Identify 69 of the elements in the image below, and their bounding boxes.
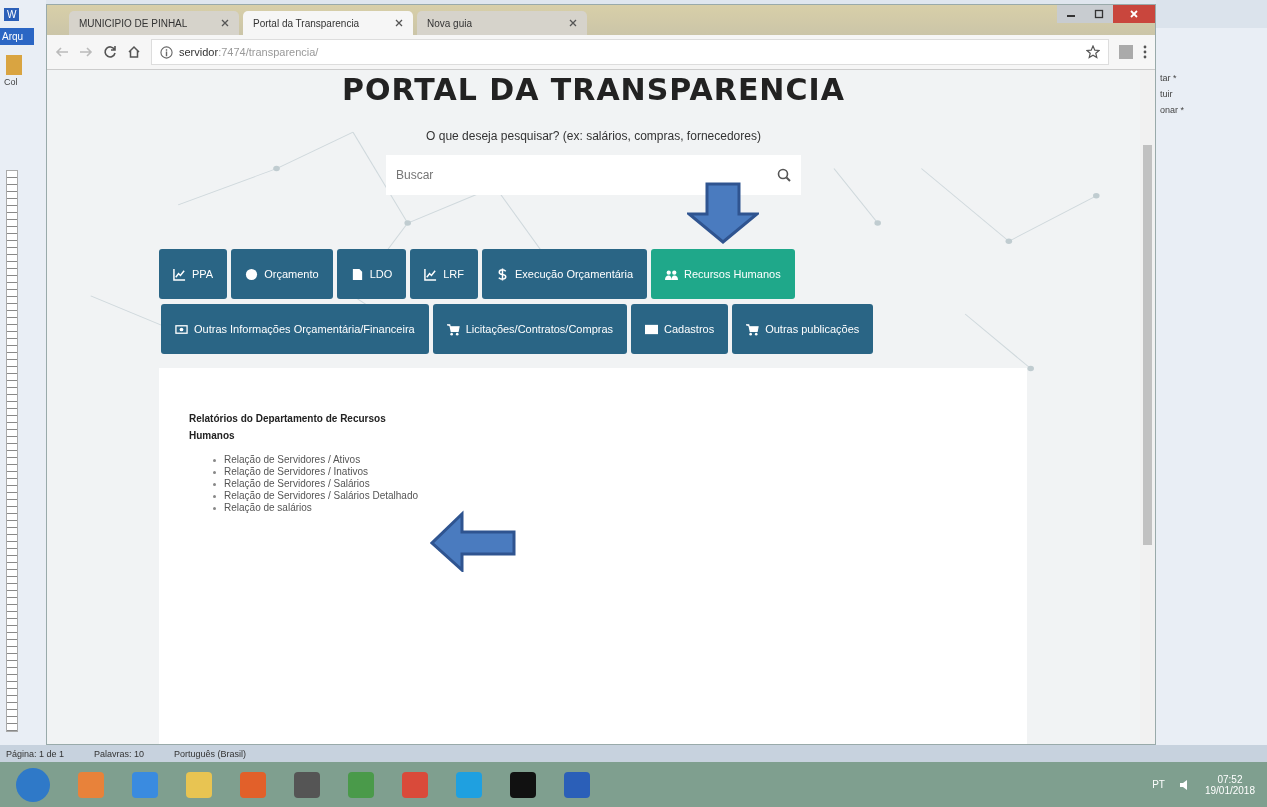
category-button[interactable]: PPA xyxy=(159,249,228,299)
report-link[interactable]: Relação de Servidores / Inativos xyxy=(224,466,368,478)
ribbon-label[interactable]: tuir xyxy=(1156,86,1267,102)
file-tab[interactable]: Arqu xyxy=(0,28,34,45)
network-node xyxy=(874,220,881,226)
report-link[interactable]: Relação de Servidores / Ativos xyxy=(224,454,361,466)
status-text: Página: 1 de 1 xyxy=(6,748,65,759)
network-node xyxy=(404,220,411,226)
ribbon-label[interactable]: tar * xyxy=(1156,70,1267,86)
status-text: Português (Brasil) xyxy=(174,748,247,759)
line-chart-icon xyxy=(173,267,186,281)
close-icon[interactable] xyxy=(395,19,403,27)
reload-icon[interactable] xyxy=(103,45,117,59)
scrollbar[interactable] xyxy=(1140,70,1155,744)
report-link[interactable]: Relação de Servidores / Salários Detalhado xyxy=(224,490,418,502)
search-icon[interactable] xyxy=(777,168,791,182)
browser-tab[interactable]: Nova guia xyxy=(417,11,587,35)
back-icon[interactable] xyxy=(55,45,69,59)
line-chart-icon xyxy=(424,267,438,281)
category-button[interactable]: Cadastros xyxy=(631,304,729,354)
id-card-icon xyxy=(645,322,659,336)
bullet-icon xyxy=(213,482,216,486)
cart-icon xyxy=(446,322,460,336)
document-icon xyxy=(350,267,364,281)
network-node xyxy=(273,165,280,172)
category-button[interactable]: Orçamento xyxy=(231,249,333,299)
panel-title: Relatórios do Departamento de Recursos Humanos xyxy=(189,412,387,443)
network-node xyxy=(1027,365,1034,372)
category-button[interactable]: Outras Informações Orçamentária/Financeira xyxy=(161,304,429,354)
info-icon xyxy=(160,45,173,59)
star-icon[interactable] xyxy=(1086,45,1100,59)
close-icon[interactable] xyxy=(569,19,577,27)
category-button[interactable]: LRF xyxy=(410,249,479,299)
address-bar[interactable]: servidor:7474/transparencia/ xyxy=(151,39,1109,65)
network-node xyxy=(1005,238,1013,244)
close-icon xyxy=(1129,9,1139,19)
search-prompt: O que deseja pesquisar? (ex: salários, compras, fornecedores) xyxy=(426,129,761,143)
network-node xyxy=(1093,193,1100,199)
bullet-icon xyxy=(213,470,216,474)
pie-chart-icon xyxy=(245,267,259,281)
minimize-button[interactable] xyxy=(1057,5,1085,23)
home-icon[interactable] xyxy=(127,45,141,59)
forward-icon[interactable] xyxy=(79,45,93,59)
category-button[interactable]: Execução Orçamentária xyxy=(482,249,648,299)
ribbon-label[interactable]: onar * xyxy=(1156,102,1267,118)
word-icon[interactable]: W xyxy=(4,8,20,21)
category-button[interactable]: Licitações/Contratos/Compras xyxy=(432,304,628,354)
report-link[interactable]: Relação de salários xyxy=(224,502,312,514)
page-heading: PORTAL DA TRANSPARENCIA xyxy=(342,72,845,107)
menu-icon[interactable] xyxy=(1143,45,1147,59)
close-icon[interactable] xyxy=(221,19,229,27)
status-text: Palavras: 10 xyxy=(94,748,145,759)
start-icon[interactable] xyxy=(16,767,50,802)
bullet-icon xyxy=(213,506,216,510)
ribbon-label: Col xyxy=(3,77,19,87)
browser-tab[interactable]: Portal da Transparencia xyxy=(243,11,413,35)
close-button[interactable] xyxy=(1113,5,1155,23)
category-button[interactable]: Outras publicações xyxy=(732,304,874,354)
banknote-icon xyxy=(175,322,188,336)
cart-icon xyxy=(746,322,760,336)
maximize-icon xyxy=(1094,9,1104,19)
browser-tab[interactable]: MUNICIPIO DE PINHAL xyxy=(69,11,239,35)
bullet-icon xyxy=(213,494,216,498)
maximize-button[interactable] xyxy=(1085,5,1113,23)
network-line xyxy=(833,168,879,224)
arrow-drawing xyxy=(687,182,759,244)
report-link[interactable]: Relação de Servidores / Salários xyxy=(224,478,370,490)
bullet-icon xyxy=(213,458,216,462)
category-button[interactable]: LDO xyxy=(336,249,407,299)
